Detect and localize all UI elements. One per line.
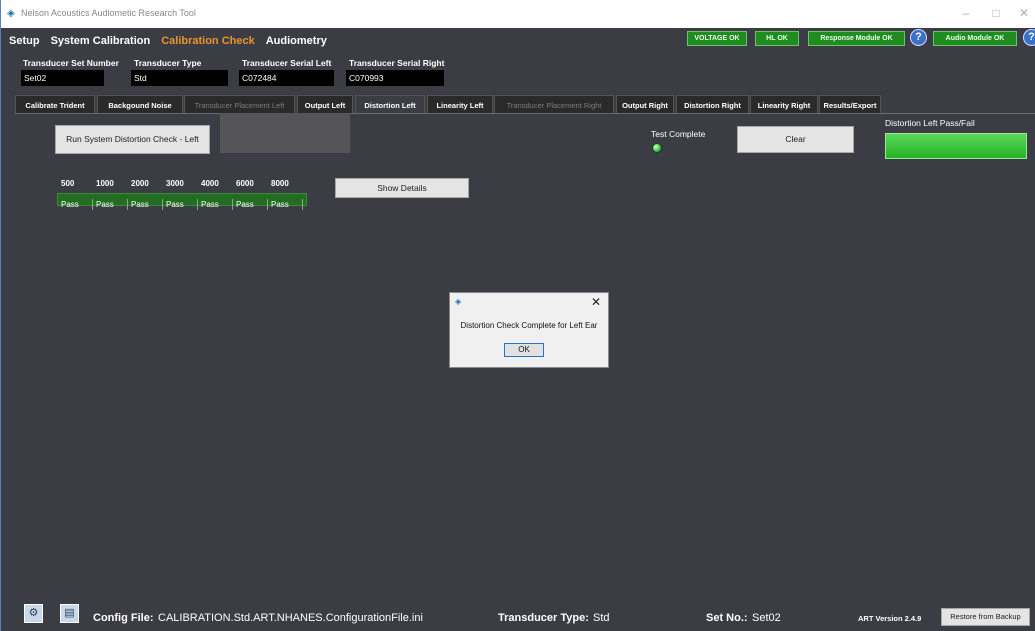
audio-help-icon[interactable]: ? xyxy=(1023,29,1035,46)
result-cell: Pass xyxy=(198,199,233,210)
close-button[interactable]: ✕ xyxy=(1014,6,1034,20)
footer-transducer-type-value: Std xyxy=(593,612,610,624)
window-title: Nelson Acoustics Audiometic Research Too… xyxy=(21,8,196,18)
transducer-serial-left-field[interactable]: C072484 xyxy=(239,70,334,86)
tab-background-noise[interactable]: Backgound Noise xyxy=(97,95,183,114)
version-label: ART Version 2.4.9 xyxy=(858,614,922,623)
result-row: Pass Pass Pass Pass Pass Pass Pass xyxy=(57,193,307,210)
response-module-status-badge: Response Module OK xyxy=(808,31,905,46)
transducer-serial-right-label: Transducer Serial Right xyxy=(349,58,445,68)
result-cell: Pass xyxy=(268,199,303,210)
audio-module-status-badge: Audio Module OK xyxy=(933,31,1017,46)
menu-system-calibration[interactable]: System Calibration xyxy=(51,35,151,47)
tab-linearity-right[interactable]: Linearity Right xyxy=(750,95,818,114)
transducer-set-number-label: Transducer Set Number xyxy=(23,58,119,68)
frequency-header: 3000 xyxy=(166,179,184,188)
result-cell: Pass xyxy=(233,199,268,210)
frequency-header: 500 xyxy=(61,179,75,188)
result-cell: Pass xyxy=(93,199,128,210)
footer-transducer-type-label: Transducer Type: xyxy=(498,612,589,624)
voltage-status-badge: VOLTAGE OK xyxy=(687,31,747,46)
footer-set-value: Set02 xyxy=(752,612,781,624)
show-details-button[interactable]: Show Details xyxy=(335,178,469,198)
completion-dialog: ◈ ✕ Distortion Check Complete for Left E… xyxy=(449,292,609,368)
tab-output-left[interactable]: Output Left xyxy=(297,95,353,114)
app-logo-icon: ◈ xyxy=(7,8,15,19)
run-distortion-check-button[interactable]: Run System Distortion Check - Left xyxy=(55,125,210,154)
restore-from-backup-button[interactable]: Restore from Backup xyxy=(941,608,1030,626)
distortion-results-table: 500 1000 2000 3000 4000 6000 8000 Pass Pass Pass… xyxy=(57,173,307,210)
tab-calibrate-trident[interactable]: Calibrate Trident xyxy=(15,95,95,114)
minimize-button[interactable]: – xyxy=(956,6,976,20)
frequency-header-row: 500 1000 2000 3000 4000 6000 8000 xyxy=(57,173,307,191)
frequency-header: 6000 xyxy=(236,179,254,188)
config-file-label: Config File: xyxy=(93,612,154,624)
dialog-ok-button[interactable]: OK xyxy=(504,343,544,357)
dialog-message: Distortion Check Complete for Left Ear xyxy=(460,321,598,330)
help-icon[interactable]: ? xyxy=(910,29,927,46)
transducer-type-field[interactable]: Std xyxy=(131,70,228,86)
footer-set-label: Set No.: xyxy=(706,612,748,624)
frequency-header: 8000 xyxy=(271,179,289,188)
menu-setup[interactable]: Setup xyxy=(9,35,40,47)
tab-output-right[interactable]: Output Right xyxy=(616,95,674,114)
test-complete-indicator-icon xyxy=(652,143,662,153)
transducer-serial-left-label: Transducer Serial Left xyxy=(242,58,332,68)
passfail-indicator xyxy=(885,133,1027,159)
tab-transducer-placement-left[interactable]: Transducer Placement Left xyxy=(184,95,295,114)
result-cell: Pass xyxy=(58,199,93,210)
tab-distortion-left[interactable]: Distortion Left xyxy=(355,95,425,114)
status-display-box xyxy=(220,113,350,153)
transducer-serial-right-field[interactable]: C070993 xyxy=(346,70,444,86)
result-cell: Pass xyxy=(163,199,198,210)
tab-results-export[interactable]: Results/Export xyxy=(819,95,881,114)
app-window: ◈ Nelson Acoustics Audiometic Research T… xyxy=(0,0,1035,631)
tab-linearity-left[interactable]: Linearity Left xyxy=(427,95,493,114)
dialog-close-button[interactable]: ✕ xyxy=(591,295,601,309)
frequency-header: 2000 xyxy=(131,179,149,188)
frequency-header: 4000 xyxy=(201,179,219,188)
config-file-value: CALIBRATION.Std.ART.NHANES.Configuration… xyxy=(158,612,423,624)
menu-audiometry[interactable]: Audiometry xyxy=(266,35,327,47)
menu-calibration-check[interactable]: Calibration Check xyxy=(161,35,255,47)
clear-button[interactable]: Clear xyxy=(737,126,854,153)
hl-status-badge: HL OK xyxy=(755,31,799,46)
settings-gear-icon[interactable]: ⚙ xyxy=(24,604,43,623)
test-complete-label: Test Complete xyxy=(651,129,706,139)
title-bar: ◈ Nelson Acoustics Audiometic Research T… xyxy=(1,0,1035,28)
result-cell: Pass xyxy=(128,199,163,210)
tab-transducer-placement-right[interactable]: Transducer Placement Right xyxy=(494,95,614,114)
transducer-set-number-field[interactable]: Set02 xyxy=(21,70,104,86)
maximize-button[interactable]: □ xyxy=(986,6,1006,20)
passfail-label: Distortion Left Pass/Fail xyxy=(885,118,975,128)
app-logo-icon: ◈ xyxy=(455,297,462,306)
transducer-type-label: Transducer Type xyxy=(134,58,202,68)
tab-distortion-right[interactable]: Distortion Right xyxy=(676,95,749,114)
frequency-header: 1000 xyxy=(96,179,114,188)
save-disk-icon[interactable]: ▤ xyxy=(60,604,79,623)
menu-bar: Setup System Calibration Calibration Check… xyxy=(9,31,338,47)
